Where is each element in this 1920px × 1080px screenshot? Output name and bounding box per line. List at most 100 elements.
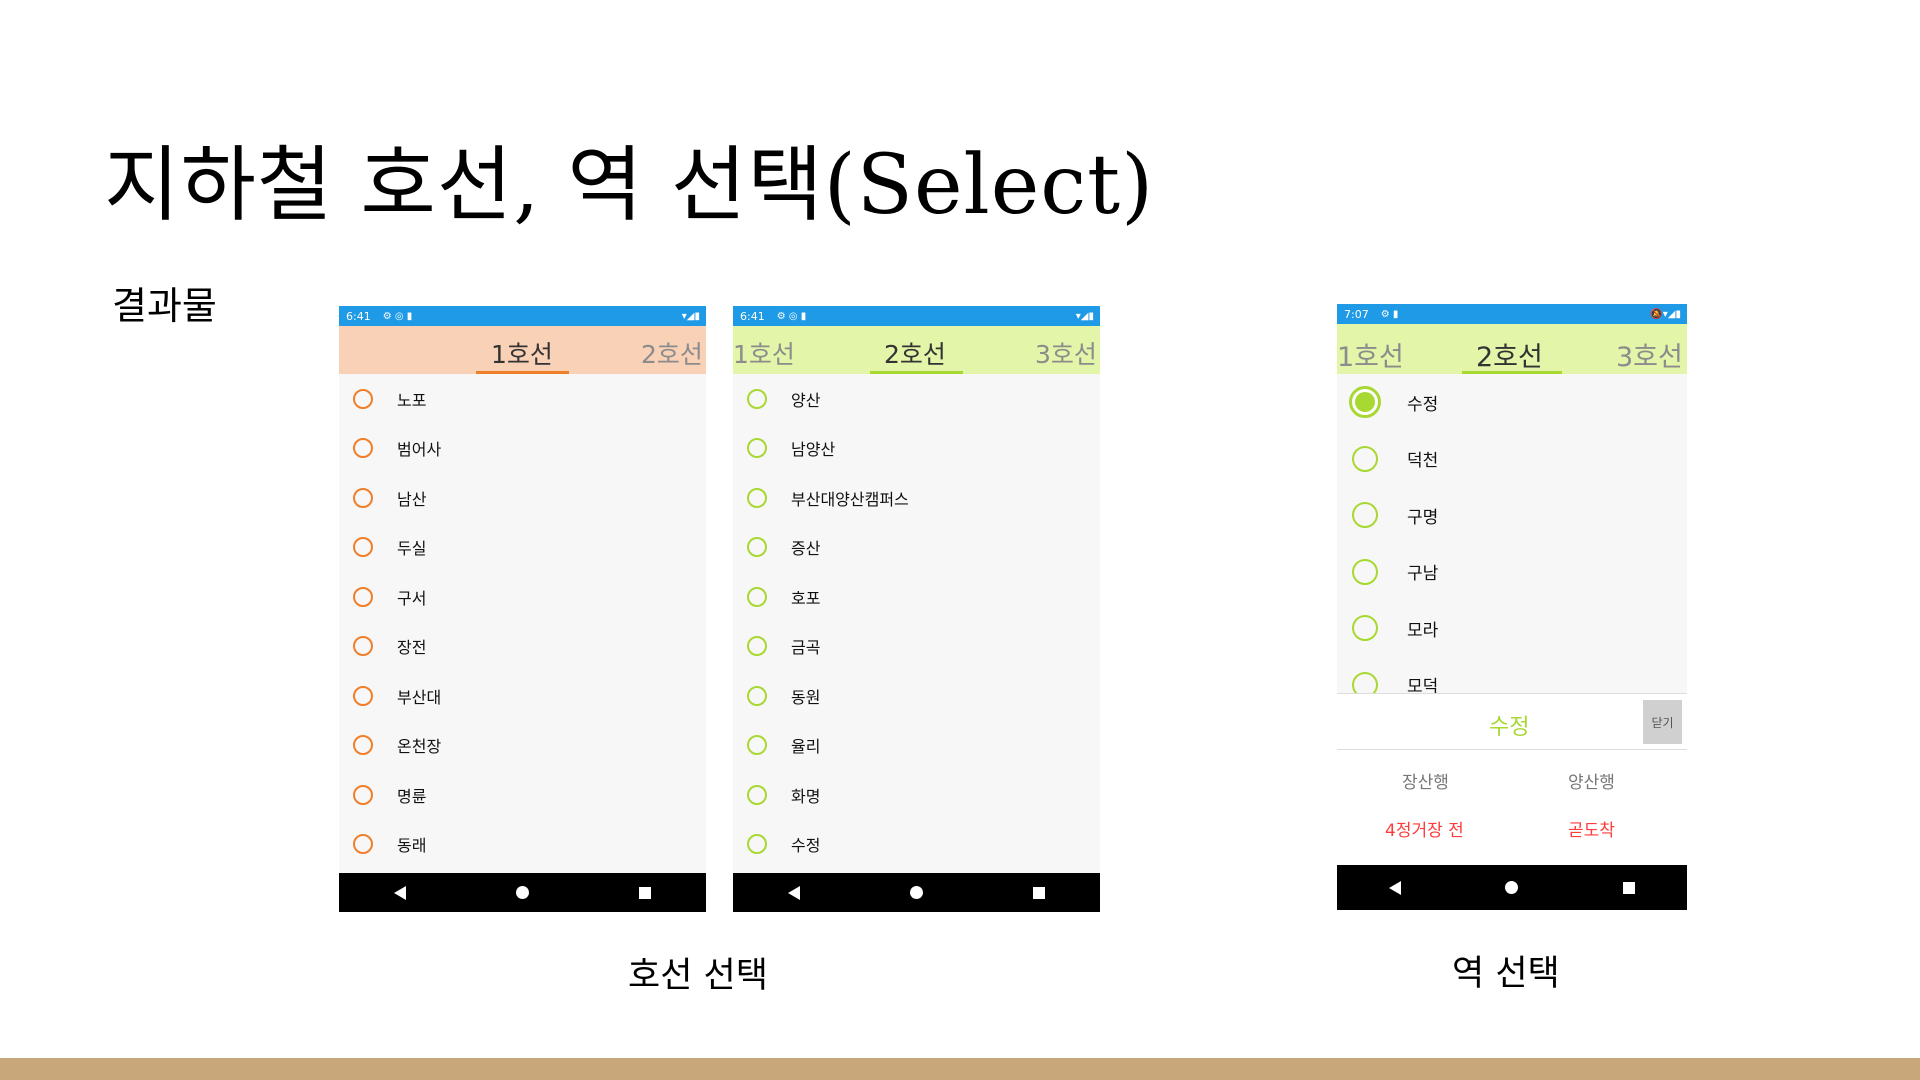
station-label: 남양산 [791, 440, 836, 460]
phone-line1-screen: 6:41 ⚙ ◎ ▮ ▾◢▮ 1호선 2호선 노포 범어사 남산 두실 구서 장… [339, 306, 706, 912]
line-tab-bar: 1호선 2호선 3호선 [1337, 324, 1687, 374]
list-item[interactable]: 부산대 [339, 671, 706, 721]
home-icon[interactable] [1505, 881, 1519, 894]
page-title: 지하철 호선, 역 선택(Select) [104, 138, 1155, 233]
list-item[interactable]: 구서 [339, 572, 706, 622]
back-icon[interactable] [394, 885, 406, 900]
radio-button[interactable] [1352, 615, 1378, 642]
status-bar: 6:41 ⚙ ◎ ▮ ▾◢▮ [339, 306, 706, 326]
status-notification-icons: ⚙ ▮ [1380, 308, 1399, 320]
tab-line2[interactable]: 2호선 [884, 335, 946, 371]
tab-line3[interactable]: 3호선 [1035, 335, 1097, 371]
list-item[interactable]: 남양산 [733, 424, 1100, 474]
status-bar: 6:41 ⚙ ◎ ▮ ▾◢▮ [733, 306, 1100, 326]
radio-button[interactable] [747, 735, 767, 756]
radio-button[interactable] [353, 537, 373, 558]
list-item[interactable]: 명륜 [339, 770, 706, 820]
tab-line1[interactable]: 1호선 [733, 335, 795, 371]
android-nav-bar [339, 873, 706, 912]
list-item[interactable]: 노포 [339, 374, 706, 424]
list-item[interactable]: 동원 [733, 671, 1100, 721]
radio-button[interactable] [353, 834, 373, 855]
list-item[interactable]: 온천장 [339, 721, 706, 771]
station-label: 호포 [791, 588, 821, 608]
list-item[interactable]: 모덕 [1337, 657, 1687, 699]
radio-button[interactable] [747, 636, 767, 657]
radio-button[interactable] [747, 537, 767, 558]
station-label: 구서 [397, 588, 427, 608]
radio-button[interactable] [353, 636, 373, 657]
list-item[interactable]: 수정 [733, 820, 1100, 870]
station-label: 모라 [1407, 620, 1439, 641]
tab-line1[interactable]: 1호선 [1337, 335, 1404, 374]
tab-line3[interactable]: 3호선 [1616, 335, 1683, 374]
tab-line2[interactable]: 2호선 [641, 335, 703, 371]
station-label: 증산 [791, 539, 821, 559]
list-item[interactable]: 호포 [733, 572, 1100, 622]
home-icon[interactable] [516, 886, 529, 899]
arrival-info-panel: 수정 닫기 장산행 양산행 4정거장 전 곧도착 [1337, 693, 1687, 866]
radio-button[interactable] [353, 784, 373, 805]
list-item[interactable]: 장전 [339, 622, 706, 672]
radio-button[interactable] [1352, 502, 1378, 529]
radio-button[interactable] [353, 388, 373, 409]
arrival-status-jangsan: 4정거장 전 [1385, 821, 1464, 841]
list-item[interactable]: 구남 [1337, 544, 1687, 601]
tab-line2[interactable]: 2호선 [1476, 335, 1543, 374]
home-icon[interactable] [910, 886, 923, 899]
recents-icon[interactable] [1622, 881, 1635, 894]
list-item[interactable]: 율리 [733, 721, 1100, 771]
station-list: 수정 덕천 구명 구남 모라 모덕 [1337, 374, 1687, 698]
radio-button[interactable] [353, 735, 373, 756]
radio-button[interactable] [353, 438, 373, 459]
station-label: 구명 [1407, 507, 1439, 528]
list-item[interactable]: 화명 [733, 770, 1100, 820]
station-label: 금곡 [791, 638, 821, 658]
list-item[interactable]: 부산대양산캠퍼스 [733, 473, 1100, 523]
list-item[interactable]: 동래 [339, 820, 706, 870]
caption-station-select: 역 선택 [1452, 954, 1560, 994]
android-nav-bar [1337, 865, 1687, 910]
radio-button[interactable] [747, 784, 767, 805]
result-label: 결과물 [112, 284, 217, 328]
close-button[interactable]: 닫기 [1643, 700, 1682, 744]
line-tab-bar: 1호선 2호선 3호선 [733, 326, 1100, 374]
list-item[interactable]: 양산 [733, 374, 1100, 424]
radio-button[interactable] [747, 438, 767, 459]
radio-button[interactable] [1352, 445, 1378, 472]
radio-button[interactable] [747, 388, 767, 409]
radio-button-selected[interactable] [1349, 386, 1381, 419]
back-icon[interactable] [1389, 880, 1402, 895]
radio-button[interactable] [1352, 558, 1378, 585]
list-item[interactable]: 구명 [1337, 487, 1687, 544]
station-label: 수정 [1407, 394, 1439, 415]
status-notification-icons: ⚙ ◎ ▮ [776, 310, 807, 322]
radio-button[interactable] [353, 487, 373, 508]
list-item[interactable]: 모라 [1337, 600, 1687, 657]
list-item[interactable]: 덕천 [1337, 431, 1687, 488]
back-icon[interactable] [788, 885, 800, 900]
station-label: 두실 [397, 539, 427, 559]
radio-button[interactable] [747, 685, 767, 706]
phone-station-detail-screen: 7:07 ⚙ ▮ 🔕▾◢▮ 1호선 2호선 3호선 수정 덕천 구명 구남 모라… [1337, 304, 1687, 910]
radio-button[interactable] [353, 685, 373, 706]
list-item[interactable]: 금곡 [733, 622, 1100, 672]
radio-selected-dot [1355, 392, 1375, 413]
radio-button[interactable] [747, 487, 767, 508]
list-item[interactable]: 증산 [733, 523, 1100, 573]
radio-button[interactable] [747, 834, 767, 855]
status-time: 6:41 [740, 309, 765, 323]
status-notification-icons: ⚙ ◎ ▮ [382, 310, 413, 322]
list-item[interactable]: 남산 [339, 473, 706, 523]
list-item[interactable]: 두실 [339, 523, 706, 573]
recents-icon[interactable] [639, 886, 651, 899]
tab-line1[interactable]: 1호선 [491, 335, 553, 371]
list-item[interactable]: 수정 [1337, 374, 1687, 431]
radio-button[interactable] [353, 586, 373, 607]
radio-button[interactable] [747, 586, 767, 607]
status-signal-battery-icons: ▾◢▮ [1075, 310, 1094, 322]
bottom-decorative-band [0, 1058, 1920, 1080]
status-bar: 7:07 ⚙ ▮ 🔕▾◢▮ [1337, 304, 1687, 324]
recents-icon[interactable] [1033, 886, 1045, 899]
list-item[interactable]: 범어사 [339, 424, 706, 474]
